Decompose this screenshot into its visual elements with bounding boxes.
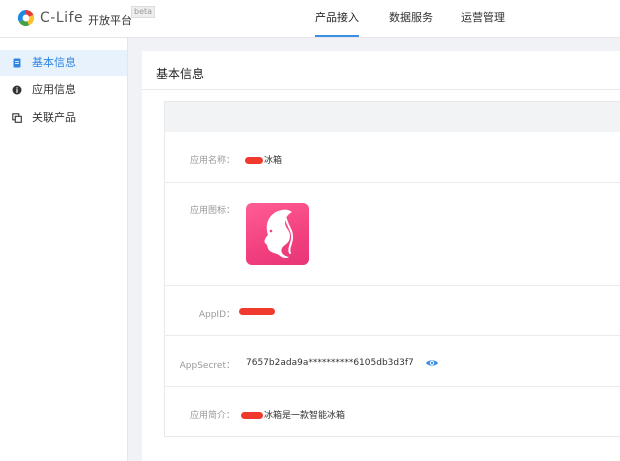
divider [165,335,620,336]
info-card: 应用名称： 冰箱 应用图标： AppID： AppSecret： 7657b2a… [164,101,620,437]
divider [165,285,620,286]
nav-data-service[interactable]: 数据服务 [389,0,433,37]
app-intro-text: 冰箱是一款智能冰箱 [264,411,346,421]
nav-operations[interactable]: 运营管理 [461,0,505,37]
app-icon [246,203,309,265]
app-intro-label: 应用简介： [189,411,235,421]
clife-logo-icon[interactable] [16,8,36,28]
sidebar-item-label: 关联产品 [32,111,76,124]
document-icon [13,58,21,68]
nav-product-access[interactable]: 产品接入 [315,0,359,37]
app-id-value [239,307,276,317]
card-header [165,102,620,132]
sidebar-item-label: 应用信息 [32,83,76,96]
info-icon [12,85,22,95]
sidebar: 基本信息 应用信息 关联产品 [0,38,128,461]
app-name-value: 冰箱 [245,153,282,166]
app-icon-label: 应用图标： [189,206,235,216]
sidebar-item-label: 基本信息 [32,56,76,69]
app-name-label: 应用名称： [189,156,235,166]
eye-icon[interactable] [425,358,439,368]
main-panel: 基本信息 应用名称： 冰箱 应用图标： AppID： AppSecret： 76… [142,51,620,461]
redaction-mark [245,157,263,164]
copy-icon [12,113,22,123]
app-intro-value: 冰箱是一款智能冰箱 [241,408,345,421]
app-secret-value: 7657b2ada9a**********6105db3d3f7 [246,358,414,368]
redaction-mark [239,308,275,315]
top-header: C-Life 开放平台 beta 产品接入 数据服务 运营管理 [0,0,620,38]
divider [142,89,620,90]
divider [165,182,620,183]
sidebar-item-linked-products[interactable]: 关联产品 [0,105,127,131]
beta-badge: beta [131,6,156,18]
divider [165,386,620,387]
redaction-mark [241,412,263,419]
sidebar-item-app-info[interactable]: 应用信息 [0,77,127,103]
brand-name[interactable]: C-Life [40,10,83,26]
page-title: 基本信息 [156,67,205,81]
app-id-label: AppID： [198,310,235,320]
sidebar-item-basic-info[interactable]: 基本信息 [0,50,127,76]
platform-title: 开放平台 [88,14,132,27]
app-secret-label: AppSecret： [179,361,235,371]
app-name-text: 冰箱 [264,156,283,166]
woman-profile-icon [264,209,294,259]
